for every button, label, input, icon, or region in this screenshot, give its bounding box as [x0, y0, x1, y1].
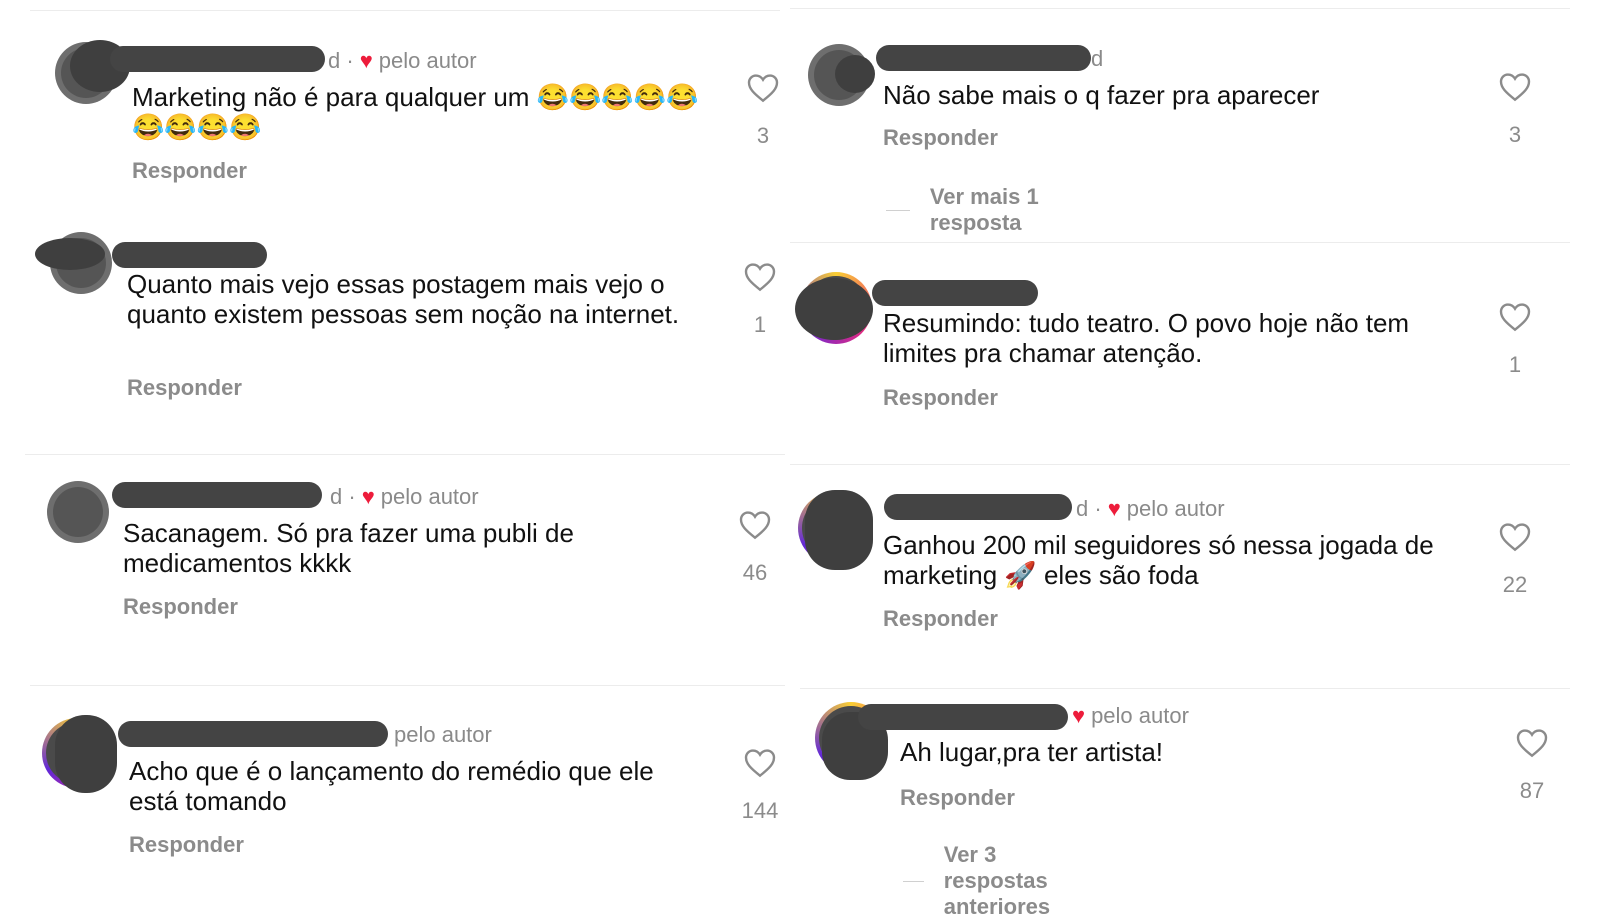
comment-text: Ah lugar,pra ter artista! — [900, 737, 1164, 767]
timestamp-suffix: d · — [1076, 496, 1102, 521]
divider — [30, 685, 785, 686]
heart-outline-icon — [739, 511, 771, 540]
heart-filled-icon: ♥ — [361, 484, 375, 509]
like-count: 3 — [1508, 122, 1522, 147]
redaction-blob — [805, 490, 873, 570]
comment-meta: d · ♥ pelo autor — [1076, 496, 1225, 522]
view-more-label: Ver 3 respostas anteriores — [943, 842, 1051, 919]
comment-text: Ganhou 200 mil seguidores só nessa jogad… — [883, 530, 1434, 590]
like-count: 3 — [756, 123, 770, 148]
author-badge: pelo autor — [1126, 496, 1225, 521]
reply-button[interactable]: Responder — [129, 832, 244, 858]
heart-outline-icon — [1499, 303, 1531, 332]
heart-filled-icon: ♥ — [1107, 496, 1121, 521]
reply-button[interactable]: Responder — [123, 594, 238, 620]
comment-meta: ♥ pelo autor — [1072, 703, 1189, 729]
thread-line — [903, 880, 924, 882]
like-button[interactable]: 3 — [743, 73, 783, 149]
author-badge: pelo autor — [380, 484, 479, 509]
like-count: 87 — [1519, 778, 1545, 803]
divider — [790, 8, 1570, 9]
reply-button[interactable]: Responder — [883, 385, 998, 411]
comment-meta: d — [1091, 46, 1103, 72]
like-button[interactable]: 22 — [1495, 522, 1535, 598]
view-previous-replies[interactable]: Ver 3 respostas anteriores — [903, 842, 1073, 920]
redaction-blob — [35, 238, 105, 270]
redaction-blob — [835, 55, 875, 93]
comment-text: Quanto mais vejo essas postagem mais vej… — [127, 269, 680, 329]
heart-outline-icon — [1499, 73, 1531, 102]
like-count: 46 — [742, 560, 768, 585]
reply-button[interactable]: Responder — [132, 158, 247, 184]
divider — [790, 242, 1570, 243]
redaction-blob — [795, 278, 873, 340]
comment-meta: d · ♥ pelo autor — [328, 48, 477, 74]
comment-meta: pelo autor — [394, 722, 492, 748]
timestamp-suffix: d — [1091, 46, 1104, 71]
thread-line — [886, 209, 910, 211]
comment-text: Não sabe mais o q fazer pra aparecer — [883, 80, 1320, 110]
heart-filled-icon: ♥ — [359, 48, 373, 73]
like-button[interactable]: 1 — [740, 262, 780, 338]
divider — [25, 454, 785, 455]
heart-filled-icon: ♥ — [1072, 703, 1086, 728]
timestamp-suffix: d · — [330, 484, 356, 509]
like-button[interactable]: 1 — [1495, 302, 1535, 378]
heart-outline-icon — [1499, 523, 1531, 552]
comment-text: Acho que é o lançamento do remédio que e… — [129, 756, 654, 816]
like-count: 144 — [741, 798, 779, 823]
like-count: 1 — [753, 312, 767, 337]
author-badge: pelo autor — [394, 722, 492, 747]
like-button[interactable]: 46 — [735, 510, 775, 586]
view-more-label: Ver mais 1 resposta — [929, 184, 1039, 235]
redaction-blob — [55, 715, 117, 793]
avatar[interactable] — [47, 481, 109, 543]
comment-meta: d · ♥ pelo autor — [330, 484, 479, 510]
author-badge: pelo autor — [1091, 703, 1189, 728]
heart-outline-icon — [747, 74, 779, 103]
view-more-replies[interactable]: Ver mais 1 resposta — [886, 184, 1042, 236]
redacted-username — [112, 242, 267, 268]
like-button[interactable]: 144 — [740, 748, 780, 824]
like-count: 22 — [1502, 572, 1528, 597]
reply-button[interactable]: Responder — [127, 375, 242, 401]
like-button[interactable]: 3 — [1495, 72, 1535, 148]
redacted-username — [884, 494, 1072, 520]
redacted-username — [876, 45, 1091, 71]
reply-button[interactable]: Responder — [900, 785, 1015, 811]
author-badge: pelo autor — [378, 48, 477, 73]
comment-text: Resumindo: tudo teatro. O povo hoje não … — [883, 308, 1410, 368]
reply-button[interactable]: Responder — [883, 125, 998, 151]
comment-text: Sacanagem. Só pra fazer uma publi de med… — [123, 518, 574, 578]
redacted-username — [858, 704, 1068, 730]
redacted-username — [112, 482, 322, 508]
divider — [30, 10, 780, 11]
like-count: 1 — [1508, 352, 1522, 377]
redacted-username — [118, 721, 388, 747]
timestamp-suffix: d · — [328, 48, 354, 73]
divider — [790, 464, 1570, 465]
redacted-username — [110, 46, 325, 72]
comment-text: Marketing não é para qualquer um 😂😂😂😂😂😂😂… — [132, 82, 699, 142]
reply-button[interactable]: Responder — [883, 606, 998, 632]
divider — [800, 688, 1570, 689]
redacted-username — [872, 280, 1038, 306]
like-button[interactable]: 87 — [1512, 728, 1552, 804]
heart-outline-icon — [744, 263, 776, 292]
heart-outline-icon — [1516, 729, 1548, 758]
heart-outline-icon — [744, 749, 776, 778]
